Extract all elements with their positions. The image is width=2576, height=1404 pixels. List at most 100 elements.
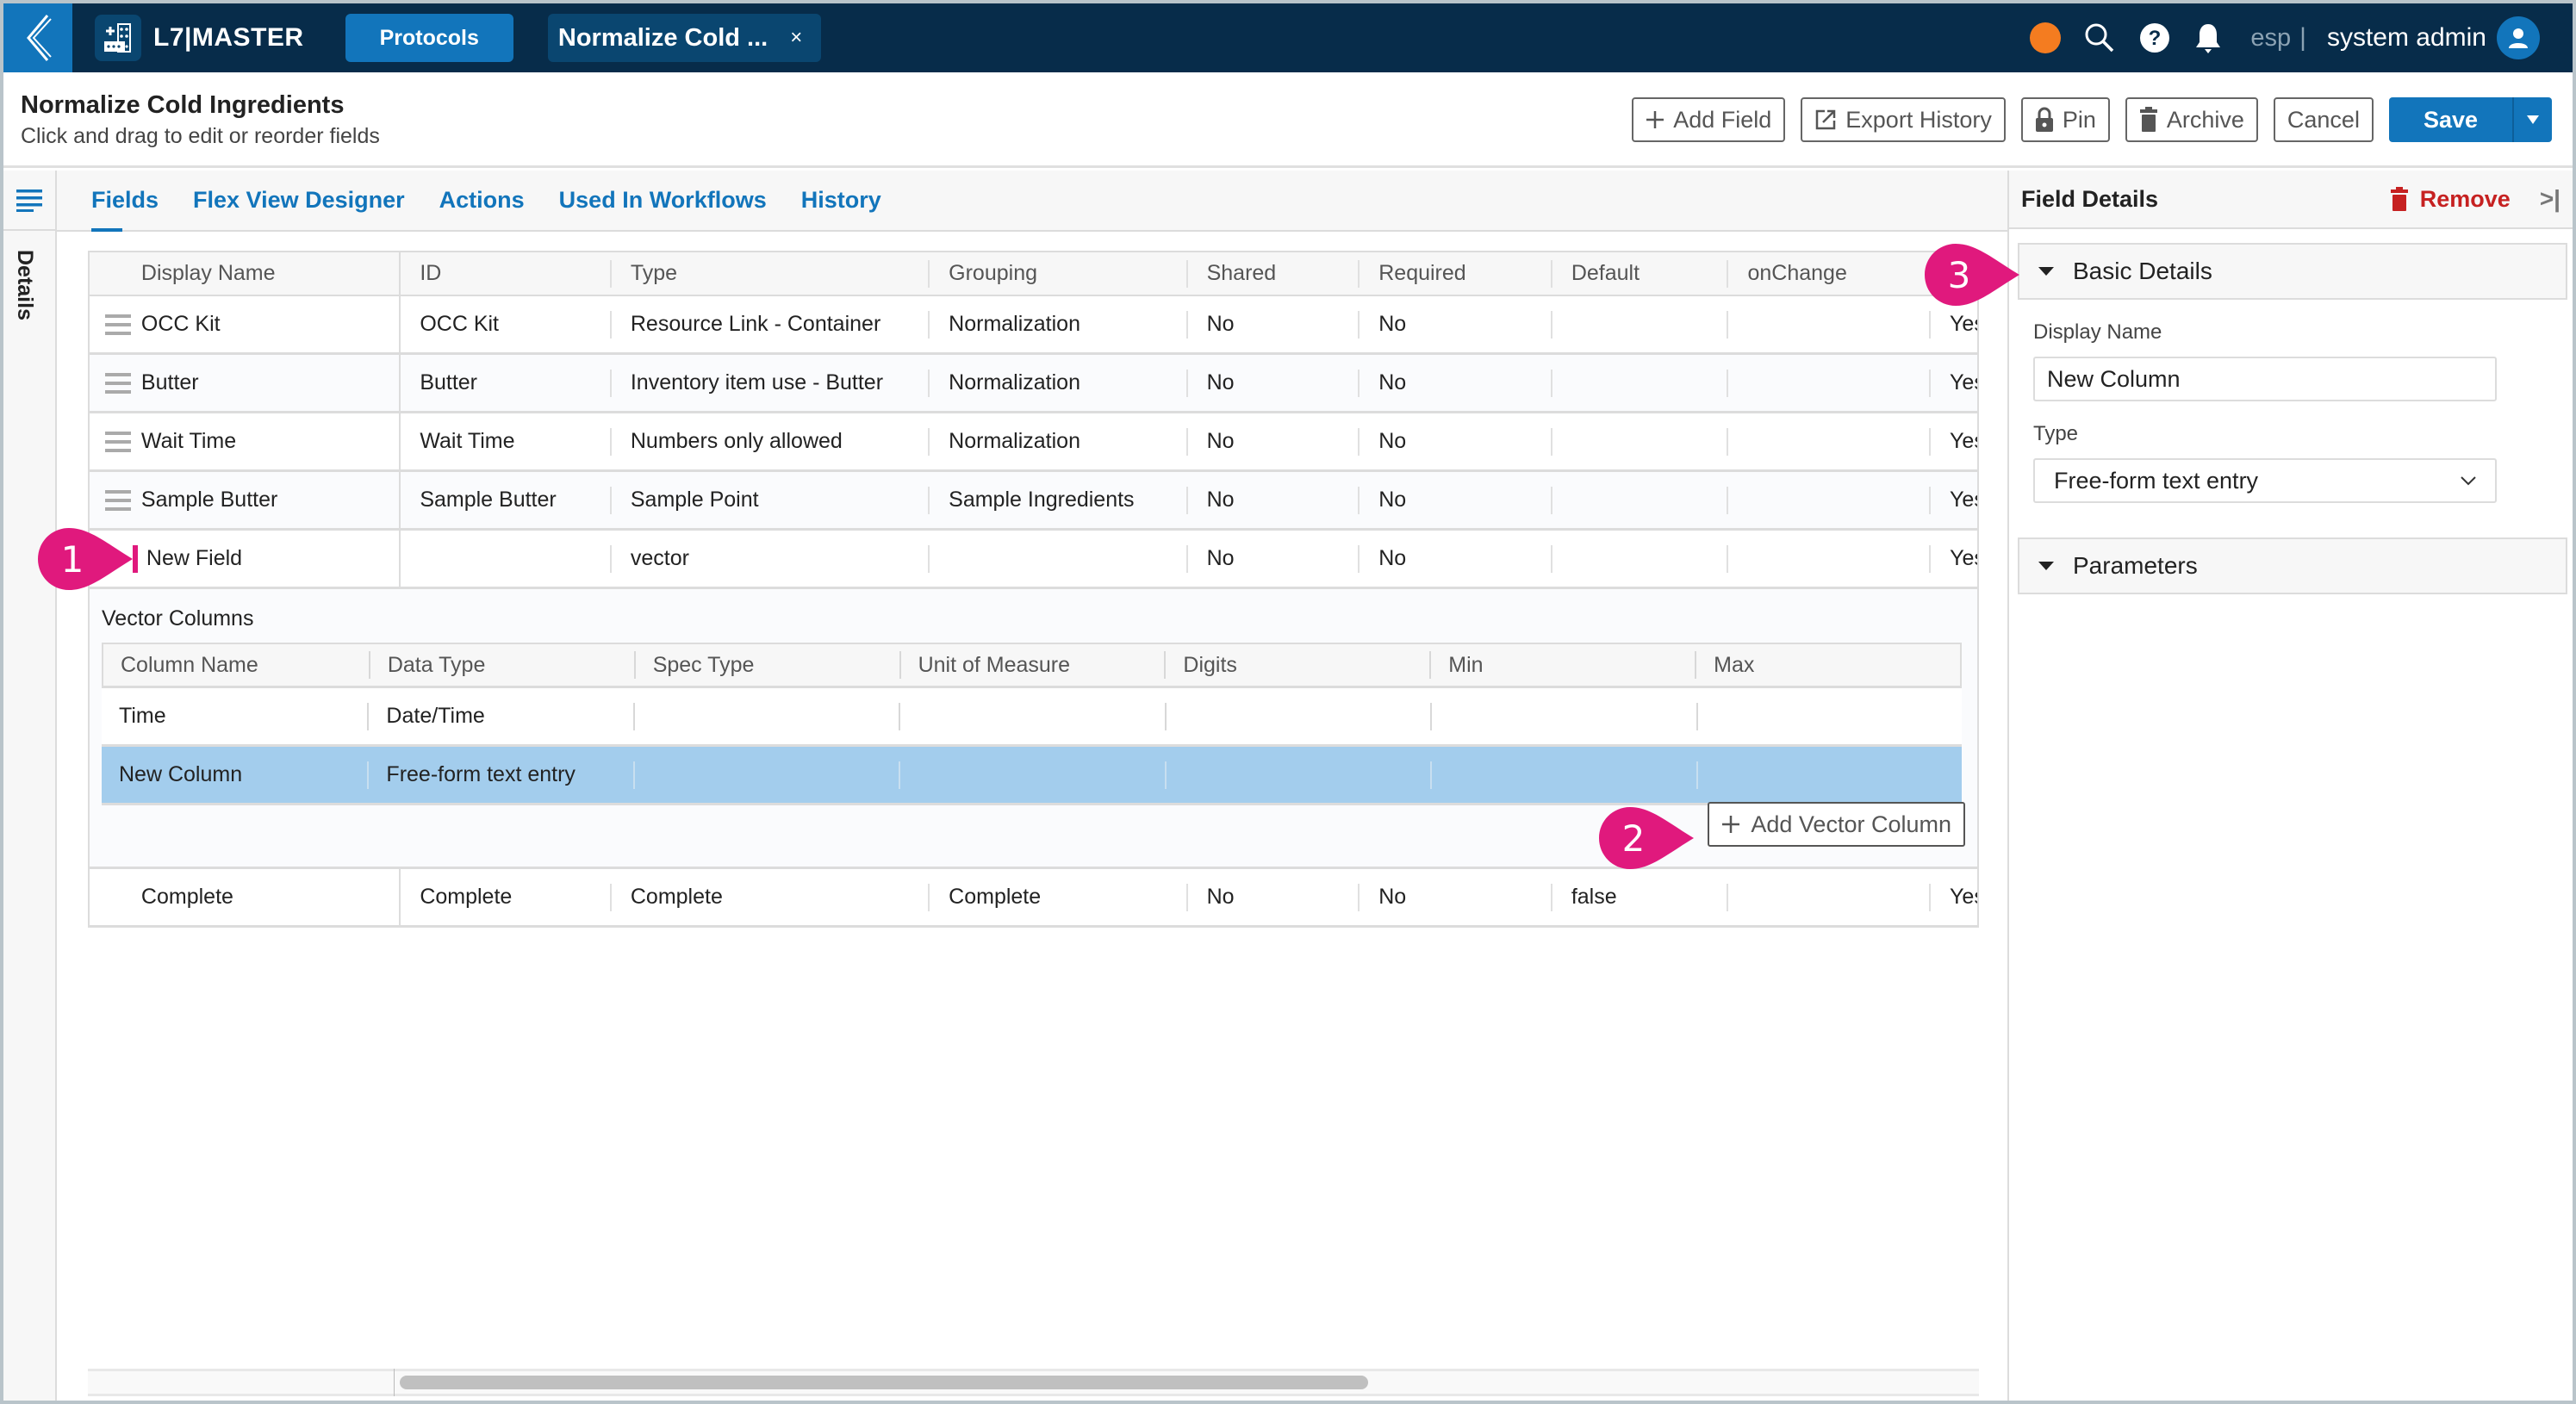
vcol-header-column-name[interactable]: Column Name bbox=[103, 651, 369, 679]
plus-icon bbox=[1722, 816, 1740, 833]
cell-display-name: OCC Kit bbox=[140, 312, 221, 336]
cell-type: vector bbox=[609, 544, 928, 573]
brand-name: L7|MASTER bbox=[153, 23, 304, 52]
cancel-button[interactable]: Cancel bbox=[2273, 97, 2374, 142]
column-header-shared[interactable]: Shared bbox=[1185, 259, 1359, 288]
callout-2: 2 bbox=[1599, 807, 1697, 869]
drag-handle[interactable] bbox=[90, 428, 141, 456]
column-header-type[interactable]: Type bbox=[609, 259, 928, 288]
vcol-header-digits[interactable]: Digits bbox=[1164, 651, 1429, 679]
vector-row[interactable]: Time Date/Time bbox=[102, 688, 1962, 747]
table-row[interactable]: Wait Time Wait Time Numbers only allowed… bbox=[88, 412, 1979, 472]
add-vector-column-label: Add Vector Column bbox=[1751, 811, 1951, 837]
search-button[interactable] bbox=[2083, 22, 2116, 54]
drag-handle[interactable] bbox=[90, 487, 141, 514]
vcell-min bbox=[1430, 702, 1696, 730]
vcell-max bbox=[1696, 702, 1962, 730]
list-menu-icon bbox=[16, 189, 42, 212]
column-header-default[interactable]: Default bbox=[1550, 259, 1727, 288]
table-row[interactable]: Complete Complete Complete Complete No N… bbox=[88, 867, 1979, 928]
type-select[interactable]: Free-form text entry bbox=[2033, 458, 2497, 503]
export-history-button[interactable]: Export History bbox=[1801, 97, 2006, 142]
details-toggle[interactable]: Details bbox=[12, 250, 37, 320]
vcol-header-min[interactable]: Min bbox=[1429, 651, 1695, 679]
add-vector-column-button[interactable]: Add Vector Column bbox=[1708, 802, 1965, 847]
vcell-max bbox=[1696, 761, 1962, 789]
cell-id: OCC Kit bbox=[399, 295, 610, 354]
column-header-grouping[interactable]: Grouping bbox=[928, 259, 1185, 288]
table-row[interactable]: OCC Kit OCC Kit Resource Link - Containe… bbox=[88, 295, 1979, 355]
cell-grouping: Normalization bbox=[928, 310, 1185, 339]
vcol-header-spec-type[interactable]: Spec Type bbox=[633, 651, 899, 679]
horizontal-scrollbar[interactable] bbox=[88, 1369, 1979, 1396]
column-header-id[interactable]: ID bbox=[399, 251, 610, 296]
tab-actions[interactable]: Actions bbox=[439, 170, 525, 231]
callout-1: 1 bbox=[38, 528, 136, 590]
archive-button[interactable]: Archive bbox=[2125, 97, 2258, 142]
vcell-unit bbox=[899, 761, 1164, 789]
vector-table-header: Column Name Data Type Spec Type Unit of … bbox=[102, 643, 1962, 688]
table-row[interactable]: Butter Butter Inventory item use - Butte… bbox=[88, 353, 1979, 413]
cell-onchange bbox=[1727, 544, 1929, 573]
avatar[interactable] bbox=[2497, 16, 2540, 59]
save-button[interactable]: Save bbox=[2388, 97, 2512, 142]
remove-button[interactable]: Remove bbox=[2390, 186, 2511, 213]
cell-grouping: Sample Ingredients bbox=[928, 486, 1185, 514]
collapse-panel-button[interactable]: >| bbox=[2540, 185, 2560, 213]
tab-used-in-workflows[interactable]: Used In Workflows bbox=[559, 170, 767, 231]
vcell-data-type: Free-form text entry bbox=[367, 761, 632, 789]
tab-flex-view-designer[interactable]: Flex View Designer bbox=[193, 170, 405, 231]
table-row[interactable]: Sample Butter Sample Butter Sample Point… bbox=[88, 470, 1979, 531]
drag-handle-icon bbox=[105, 489, 131, 511]
close-tab-icon[interactable]: × bbox=[790, 26, 802, 50]
pin-button[interactable]: Pin bbox=[2020, 97, 2110, 142]
vcol-header-data-type[interactable]: Data Type bbox=[368, 651, 634, 679]
vector-columns-title: Vector Columns bbox=[102, 606, 254, 631]
language-selector[interactable]: esp bbox=[2250, 24, 2291, 53]
vcell-column-name: Time bbox=[119, 704, 166, 728]
cell-id: Wait Time bbox=[399, 412, 610, 471]
cell-display-name: Wait Time bbox=[140, 429, 237, 453]
type-select-value: Free-form text entry bbox=[2054, 467, 2259, 494]
cell-default bbox=[1550, 544, 1727, 573]
parameters-section-header[interactable]: Parameters bbox=[2018, 537, 2567, 594]
type-label: Type bbox=[2033, 422, 2079, 445]
table-row-new-field[interactable]: New Field vector No No Yes bbox=[88, 529, 1979, 589]
back-button[interactable] bbox=[3, 3, 72, 72]
vcol-header-unit-of-measure[interactable]: Unit of Measure bbox=[899, 651, 1165, 679]
column-header-onchange[interactable]: onChange bbox=[1727, 259, 1929, 288]
add-field-button[interactable]: Add Field bbox=[1632, 97, 1786, 142]
cell-type: Complete bbox=[609, 883, 928, 911]
caret-down-icon bbox=[2038, 562, 2054, 570]
display-name-label: Display Name bbox=[2033, 320, 2162, 344]
protocols-tab[interactable]: Protocols bbox=[345, 14, 513, 62]
scrollbar-thumb[interactable] bbox=[400, 1376, 1368, 1389]
fields-table-header: Display Name ID Type Grouping Shared Req… bbox=[88, 251, 1979, 296]
vector-columns-table: Column Name Data Type Spec Type Unit of … bbox=[102, 643, 1962, 805]
drag-handle[interactable] bbox=[90, 311, 141, 339]
column-header-display-name[interactable]: Display Name bbox=[141, 260, 399, 288]
cell-last: Yes bbox=[1929, 486, 1977, 514]
vcol-header-max[interactable]: Max bbox=[1695, 651, 1960, 679]
lock-icon bbox=[2035, 107, 2053, 132]
save-options-button[interactable] bbox=[2512, 97, 2552, 142]
vector-row-selected[interactable]: New Column Free-form text entry bbox=[102, 747, 1962, 805]
document-tab[interactable]: Normalize Cold ... × bbox=[547, 14, 822, 62]
menu-button[interactable] bbox=[3, 171, 55, 231]
column-header-required[interactable]: Required bbox=[1358, 259, 1551, 288]
cell-onchange bbox=[1727, 427, 1929, 456]
tab-history[interactable]: History bbox=[801, 170, 881, 231]
notifications-button[interactable] bbox=[2193, 22, 2223, 54]
cell-shared: No bbox=[1185, 486, 1359, 514]
chevron-down-icon bbox=[2461, 476, 2476, 486]
field-details-panel: Field Details Remove >| Basic Details Di… bbox=[2007, 171, 2573, 1401]
tab-fields[interactable]: Fields bbox=[91, 170, 159, 233]
user-name[interactable]: system admin bbox=[2327, 23, 2486, 53]
cell-onchange bbox=[1727, 486, 1929, 514]
display-name-input[interactable]: New Column bbox=[2033, 357, 2497, 401]
drag-handle[interactable] bbox=[90, 370, 141, 397]
basic-details-section-header[interactable]: Basic Details bbox=[2018, 243, 2567, 300]
cell-id: Sample Butter bbox=[399, 470, 610, 530]
help-button[interactable]: ? bbox=[2138, 22, 2171, 54]
protocols-tab-label: Protocols bbox=[379, 25, 479, 50]
